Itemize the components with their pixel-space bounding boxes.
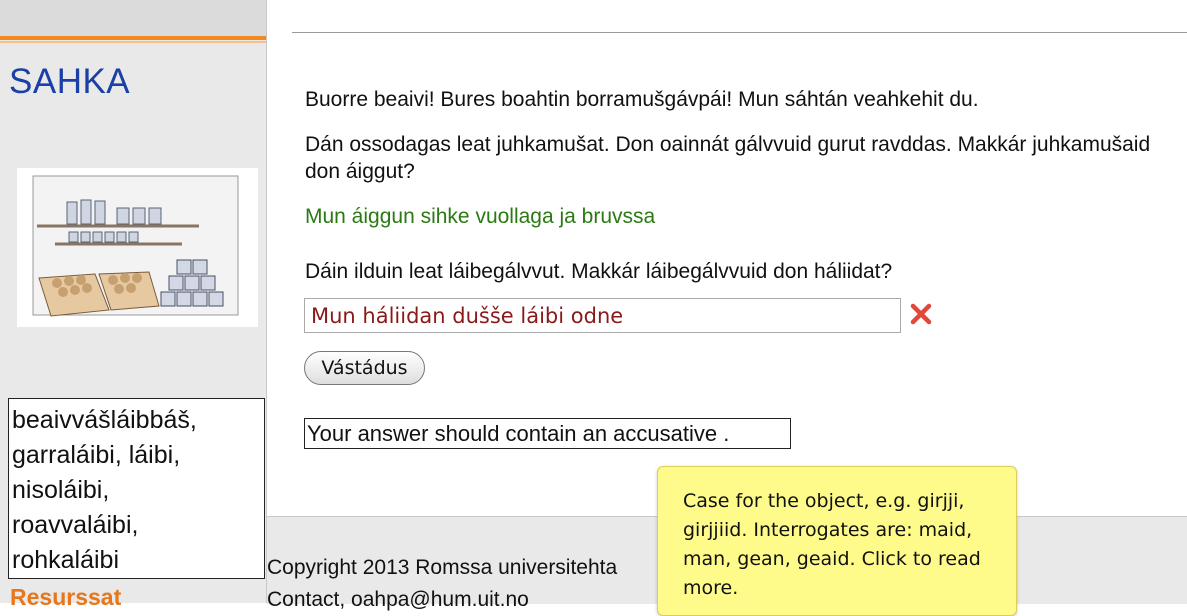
word-list-item: nisoláibi,	[12, 476, 110, 504]
tooltip-line: man, gean, geaid. Click to read	[683, 548, 981, 570]
answer-input[interactable]	[304, 298, 901, 333]
sidebar-header-band	[0, 0, 266, 36]
tooltip-line: girjjiid. Interrogates are: maid,	[683, 519, 973, 541]
previous-answer-text: Mun áiggun sihke vuollaga ja bruvssa	[305, 205, 656, 228]
word-list-item: rohkaláibi	[12, 546, 120, 574]
resources-link[interactable]: Resurssat	[10, 584, 121, 611]
current-question-text: Dáin ilduin leat láibegálvvut. Makkár lá…	[305, 260, 893, 283]
accent-stripe	[0, 36, 266, 40]
word-list-item: garraláibi, láibi,	[12, 441, 181, 469]
app-title[interactable]: SAHKA	[9, 62, 130, 102]
word-list-box: beaivvášláibbáš, garraláibi, láibi, niso…	[8, 398, 265, 579]
grammar-tooltip[interactable]: Case for the object, e.g. girjji, girjji…	[657, 466, 1017, 616]
word-list-item: beaivvášláibbáš,	[12, 406, 197, 434]
submit-answer-button[interactable]: Vástádus	[304, 351, 425, 385]
shop-shelf-illustration	[17, 168, 258, 327]
question-text: Dán ossodagas leat juhkamušat. Don oainn…	[305, 133, 1151, 183]
top-divider	[292, 32, 1187, 33]
copyright-text: Copyright 2013 Romssa universitehta	[267, 556, 618, 579]
accent-stripe-light	[0, 41, 266, 43]
feedback-message[interactable]: Your answer should contain an accusative…	[304, 418, 791, 449]
tooltip-line: more.	[683, 577, 739, 599]
contact-link[interactable]: Contact, oahpa@hum.uit.no	[267, 588, 529, 612]
shelf-drawing	[32, 175, 239, 317]
greeting-text: Buorre beaivi! Bures boahtin borramušgáv…	[305, 88, 979, 111]
word-list-item: roavvaláibi,	[12, 511, 139, 539]
tooltip-line: Case for the object, e.g. girjji,	[683, 490, 965, 512]
sidebar: SAHKA beaivvášláibbáš, garraláibi, láibi…	[0, 0, 267, 610]
close-x-icon	[910, 303, 932, 325]
